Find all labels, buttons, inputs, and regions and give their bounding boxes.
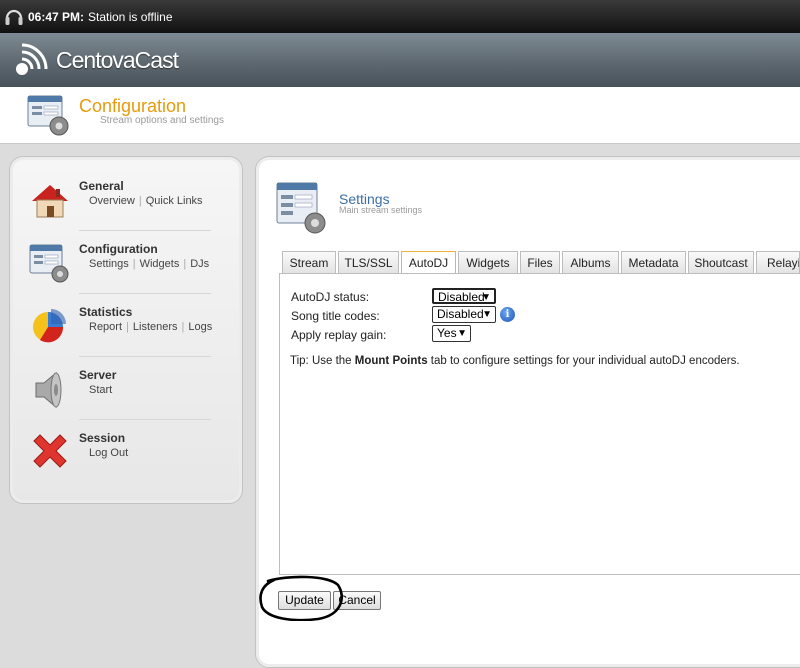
sidebar-link-widgets[interactable]: Widgets — [140, 258, 180, 270]
sidebar-link-quick-links[interactable]: Quick Links — [146, 195, 203, 207]
sidebar-link-settings[interactable]: Settings — [89, 258, 129, 270]
song-title-codes-select[interactable]: Disabled ▼ — [432, 306, 496, 323]
info-icon[interactable]: i — [500, 307, 515, 322]
tab-shoutcast[interactable]: Shoutcast — [688, 251, 754, 273]
select-value: Disabled — [437, 307, 484, 321]
brand-bar: CentovaCast — [0, 33, 800, 87]
divider — [79, 293, 211, 294]
sidebar-link-start[interactable]: Start — [89, 384, 112, 396]
autodj-status-label: AutoDJ status: — [291, 290, 370, 304]
close-icon — [28, 431, 72, 475]
sidebar-item-general: General Overview | Quick Links — [10, 179, 242, 241]
divider — [79, 356, 211, 357]
sidebar-link-report[interactable]: Report — [89, 321, 122, 333]
page-title: Configuration — [79, 96, 187, 116]
divider — [79, 419, 211, 420]
tab-files[interactable]: Files — [520, 251, 560, 273]
select-value: Disabled — [438, 290, 485, 304]
chevron-down-icon: ▼ — [481, 292, 491, 303]
broadcast-logo-icon — [8, 39, 52, 86]
settings-subtitle: Main stream settings — [339, 205, 423, 215]
song-title-codes-label: Song title codes: — [291, 309, 380, 323]
tab-albums[interactable]: Albums — [562, 251, 619, 273]
apply-replay-gain-select[interactable]: Yes ▼ — [432, 325, 471, 342]
tab-widgets[interactable]: Widgets — [458, 251, 518, 273]
sidebar-item-label: Server — [79, 368, 117, 382]
sidebar-item-server: Server Start — [10, 368, 242, 430]
sidebar-item-label: General — [79, 179, 124, 193]
page-subtitle: Stream options and settings — [100, 115, 224, 126]
tab-tls-ssl[interactable]: TLS/SSL — [338, 251, 399, 273]
tab-relaying[interactable]: Relaying — [756, 251, 800, 273]
configuration-icon — [28, 242, 72, 286]
sidebar-item-label: Session — [79, 431, 126, 445]
sidebar-item-label: Statistics — [79, 305, 133, 319]
sidebar-link-log-out[interactable]: Log Out — [89, 447, 128, 459]
station-time: 06:47 PM: — [28, 10, 85, 24]
sidebar-link-logs[interactable]: Logs — [188, 321, 212, 333]
sidebar-item-statistics: Statistics Report | Listeners | Logs — [10, 305, 242, 367]
headphones-icon — [4, 6, 24, 31]
sidebar-item-session: Session Log Out — [10, 431, 242, 493]
brand-name[interactable]: CentovaCast — [56, 47, 179, 74]
sidebar-link-djs[interactable]: DJs — [190, 258, 209, 270]
apply-replay-gain-label: Apply replay gain: — [291, 328, 387, 342]
tab-autodj[interactable]: AutoDJ — [401, 251, 456, 274]
sidebar-item-label: Configuration — [79, 242, 158, 256]
configuration-icon — [26, 93, 72, 142]
autodj-status-select[interactable]: Disabled ▼ — [432, 288, 496, 304]
station-status: Station is offline — [88, 10, 173, 24]
tab-stream[interactable]: Stream — [282, 251, 336, 273]
tip-text: Tip: Use the Mount Points tab to configu… — [290, 355, 740, 367]
tab-metadata[interactable]: Metadata — [621, 251, 686, 273]
sidebar: General Overview | Quick Links Configurati… — [9, 156, 243, 504]
sidebar-links: Report | Listeners | Logs — [89, 321, 213, 333]
sidebar-link-listeners[interactable]: Listeners — [133, 321, 178, 333]
speaker-icon — [28, 368, 72, 412]
sidebar-links: Overview | Quick Links — [89, 195, 203, 207]
home-icon — [28, 179, 72, 223]
sidebar-links: Log Out — [89, 447, 128, 459]
tip-mount-points: Mount Points — [354, 355, 428, 367]
settings-icon — [275, 180, 327, 239]
annotation-circle — [259, 575, 343, 621]
pie-chart-icon — [28, 305, 72, 349]
select-value: Yes — [437, 326, 457, 340]
sidebar-item-configuration: Configuration Settings | Widgets | DJs — [10, 242, 242, 304]
chevron-down-icon: ▼ — [457, 328, 467, 339]
sidebar-link-overview[interactable]: Overview — [89, 195, 135, 207]
status-bar: 06:47 PM: Station is offline — [0, 0, 800, 33]
chevron-down-icon: ▼ — [482, 309, 492, 320]
divider — [79, 230, 211, 231]
page-header: Configuration Stream options and setting… — [0, 87, 800, 144]
sidebar-links: Start — [89, 384, 112, 396]
sidebar-links: Settings | Widgets | DJs — [89, 258, 210, 270]
